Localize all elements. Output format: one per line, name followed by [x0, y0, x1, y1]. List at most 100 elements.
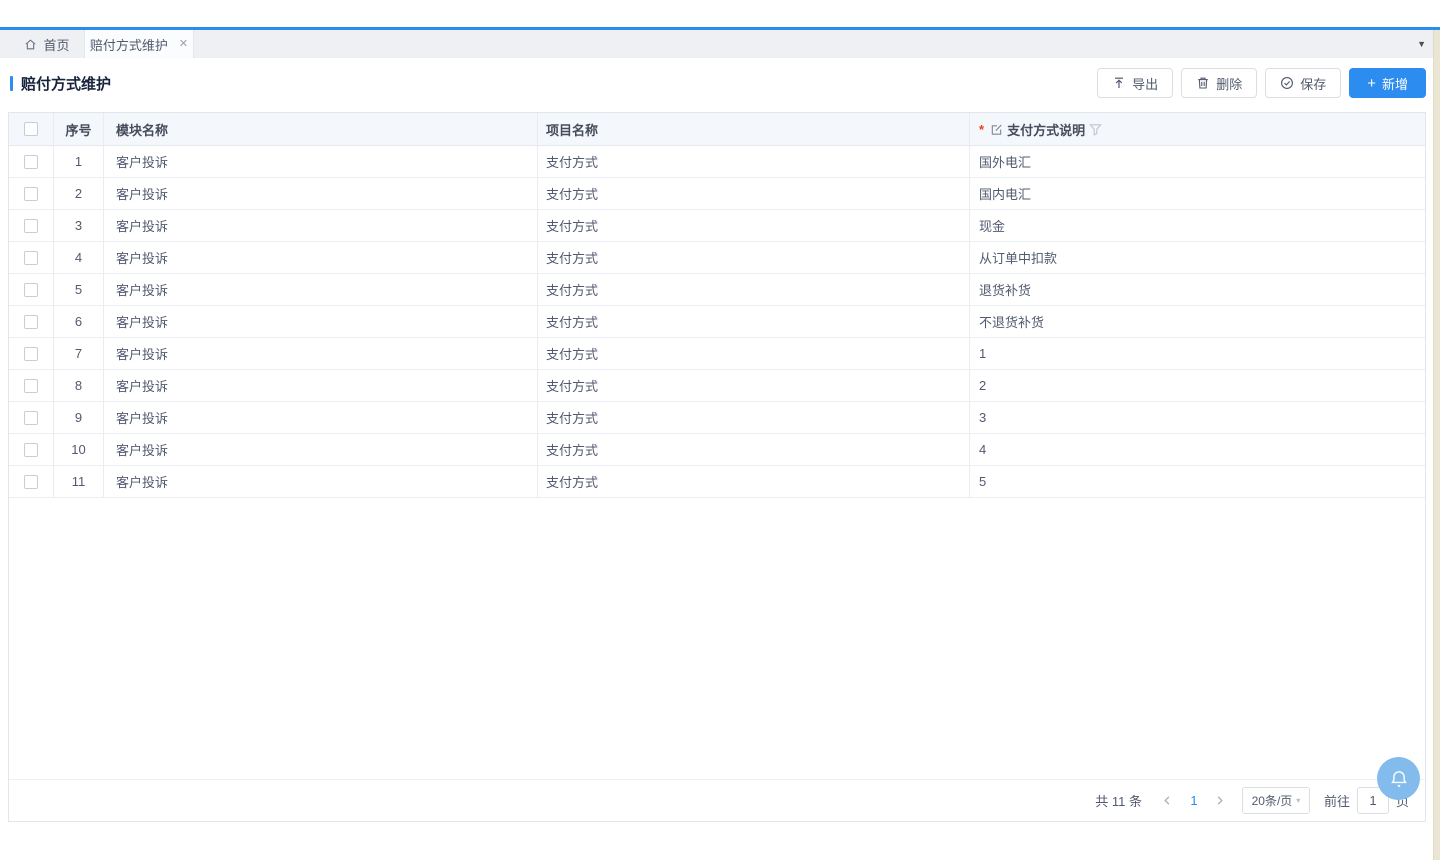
table-row: 11 客户投诉 支付方式 5: [9, 466, 1425, 498]
table-row: 2 客户投诉 支付方式 国内电汇: [9, 178, 1425, 210]
row-checkbox[interactable]: [24, 347, 38, 361]
bell-icon: [1388, 768, 1410, 790]
cell-index: 10: [54, 434, 104, 465]
row-checkbox[interactable]: [24, 315, 38, 329]
table-row: 6 客户投诉 支付方式 不退货补货: [9, 306, 1425, 338]
cell-index: 8: [54, 370, 104, 401]
filter-icon[interactable]: [1089, 123, 1102, 136]
data-table: 序号 模块名称 项目名称 * 支付方式说明 1 客户投诉 支付方式 国外电汇: [8, 112, 1426, 822]
cell-module: 客户投诉: [104, 306, 538, 337]
home-icon: [24, 38, 37, 51]
cell-desc: 1: [970, 338, 1425, 369]
row-checkbox[interactable]: [24, 475, 38, 489]
page-number-1[interactable]: 1: [1180, 793, 1208, 808]
cell-module: 客户投诉: [104, 466, 538, 497]
table-row: 9 客户投诉 支付方式 3: [9, 402, 1425, 434]
add-button-label: 新增: [1382, 74, 1408, 93]
row-checkbox[interactable]: [24, 187, 38, 201]
cell-project: 支付方式: [538, 210, 970, 241]
row-checkbox[interactable]: [24, 379, 38, 393]
cell-project: 支付方式: [538, 434, 970, 465]
cell-project: 支付方式: [538, 178, 970, 209]
table-row: 1 客户投诉 支付方式 国外电汇: [9, 146, 1425, 178]
select-all-checkbox[interactable]: [24, 122, 38, 136]
header-desc-label: 支付方式说明: [1007, 120, 1085, 139]
row-checkbox-cell: [9, 402, 54, 433]
row-checkbox[interactable]: [24, 443, 38, 457]
table-header-row: 序号 模块名称 项目名称 * 支付方式说明: [9, 113, 1425, 146]
trash-icon: [1196, 76, 1210, 90]
cell-index: 5: [54, 274, 104, 305]
cell-module: 客户投诉: [104, 338, 538, 369]
prev-page-button[interactable]: [1156, 789, 1180, 813]
cell-desc: 5: [970, 466, 1425, 497]
app-window: 首页 赔付方式维护 ✕ ▼ 赔付方式维护 导出 删除 保存: [0, 0, 1440, 860]
header-desc: * 支付方式说明: [970, 113, 1425, 145]
save-button[interactable]: 保存: [1265, 68, 1341, 98]
row-checkbox-cell: [9, 274, 54, 305]
check-circle-icon: [1280, 76, 1294, 90]
add-button[interactable]: + 新增: [1349, 68, 1426, 98]
delete-button[interactable]: 删除: [1181, 68, 1257, 98]
row-checkbox-cell: [9, 338, 54, 369]
cell-project: 支付方式: [538, 146, 970, 177]
export-button[interactable]: 导出: [1097, 68, 1173, 98]
cell-desc: 4: [970, 434, 1425, 465]
row-checkbox[interactable]: [24, 251, 38, 265]
page-header: 赔付方式维护: [10, 68, 111, 98]
header-index: 序号: [54, 113, 104, 145]
cell-project: 支付方式: [538, 466, 970, 497]
cell-module: 客户投诉: [104, 242, 538, 273]
cell-desc: 现金: [970, 210, 1425, 241]
cell-project: 支付方式: [538, 402, 970, 433]
table-row: 7 客户投诉 支付方式 1: [9, 338, 1425, 370]
next-page-button[interactable]: [1208, 789, 1232, 813]
tab-home-label: 首页: [43, 35, 69, 54]
table-row: 4 客户投诉 支付方式 从订单中扣款: [9, 242, 1425, 274]
row-checkbox[interactable]: [24, 219, 38, 233]
cell-index: 7: [54, 338, 104, 369]
row-checkbox-cell: [9, 210, 54, 241]
cell-module: 客户投诉: [104, 370, 538, 401]
row-checkbox[interactable]: [24, 283, 38, 297]
cell-desc: 3: [970, 402, 1425, 433]
tabbar-dropdown-icon[interactable]: ▼: [1417, 39, 1426, 49]
row-checkbox-cell: [9, 146, 54, 177]
page-size-value: 20条/页: [1252, 792, 1293, 809]
cell-index: 9: [54, 402, 104, 433]
tab-home[interactable]: 首页: [10, 30, 84, 58]
cell-desc: 2: [970, 370, 1425, 401]
export-icon: [1112, 76, 1126, 90]
tab-bar: 首页 赔付方式维护 ✕ ▼: [0, 30, 1440, 58]
chevron-right-icon: [1214, 795, 1225, 806]
tab-close-icon[interactable]: ✕: [179, 39, 188, 50]
page-size-select[interactable]: 20条/页 ▾: [1242, 787, 1310, 814]
cell-project: 支付方式: [538, 274, 970, 305]
table-row: 8 客户投诉 支付方式 2: [9, 370, 1425, 402]
row-checkbox[interactable]: [24, 155, 38, 169]
tab-active-label: 赔付方式维护: [90, 35, 168, 54]
chevron-down-icon: ▾: [1296, 796, 1300, 805]
tab-active[interactable]: 赔付方式维护 ✕: [84, 30, 194, 58]
cell-desc: 退货补货: [970, 274, 1425, 305]
cell-project: 支付方式: [538, 306, 970, 337]
title-accent-bar: [10, 76, 13, 91]
cell-index: 11: [54, 466, 104, 497]
row-checkbox-cell: [9, 242, 54, 273]
page-title: 赔付方式维护: [21, 73, 111, 94]
row-checkbox[interactable]: [24, 411, 38, 425]
cell-index: 6: [54, 306, 104, 337]
cell-project: 支付方式: [538, 370, 970, 401]
row-checkbox-cell: [9, 370, 54, 401]
cell-module: 客户投诉: [104, 402, 538, 433]
plus-icon: +: [1367, 76, 1376, 91]
table-row: 5 客户投诉 支付方式 退货补货: [9, 274, 1425, 306]
required-mark: *: [979, 122, 984, 137]
export-button-label: 导出: [1132, 74, 1158, 93]
cell-index: 2: [54, 178, 104, 209]
cell-index: 4: [54, 242, 104, 273]
table-row: 3 客户投诉 支付方式 现金: [9, 210, 1425, 242]
notification-bell-button[interactable]: [1377, 757, 1420, 800]
cell-module: 客户投诉: [104, 274, 538, 305]
cell-project: 支付方式: [538, 242, 970, 273]
